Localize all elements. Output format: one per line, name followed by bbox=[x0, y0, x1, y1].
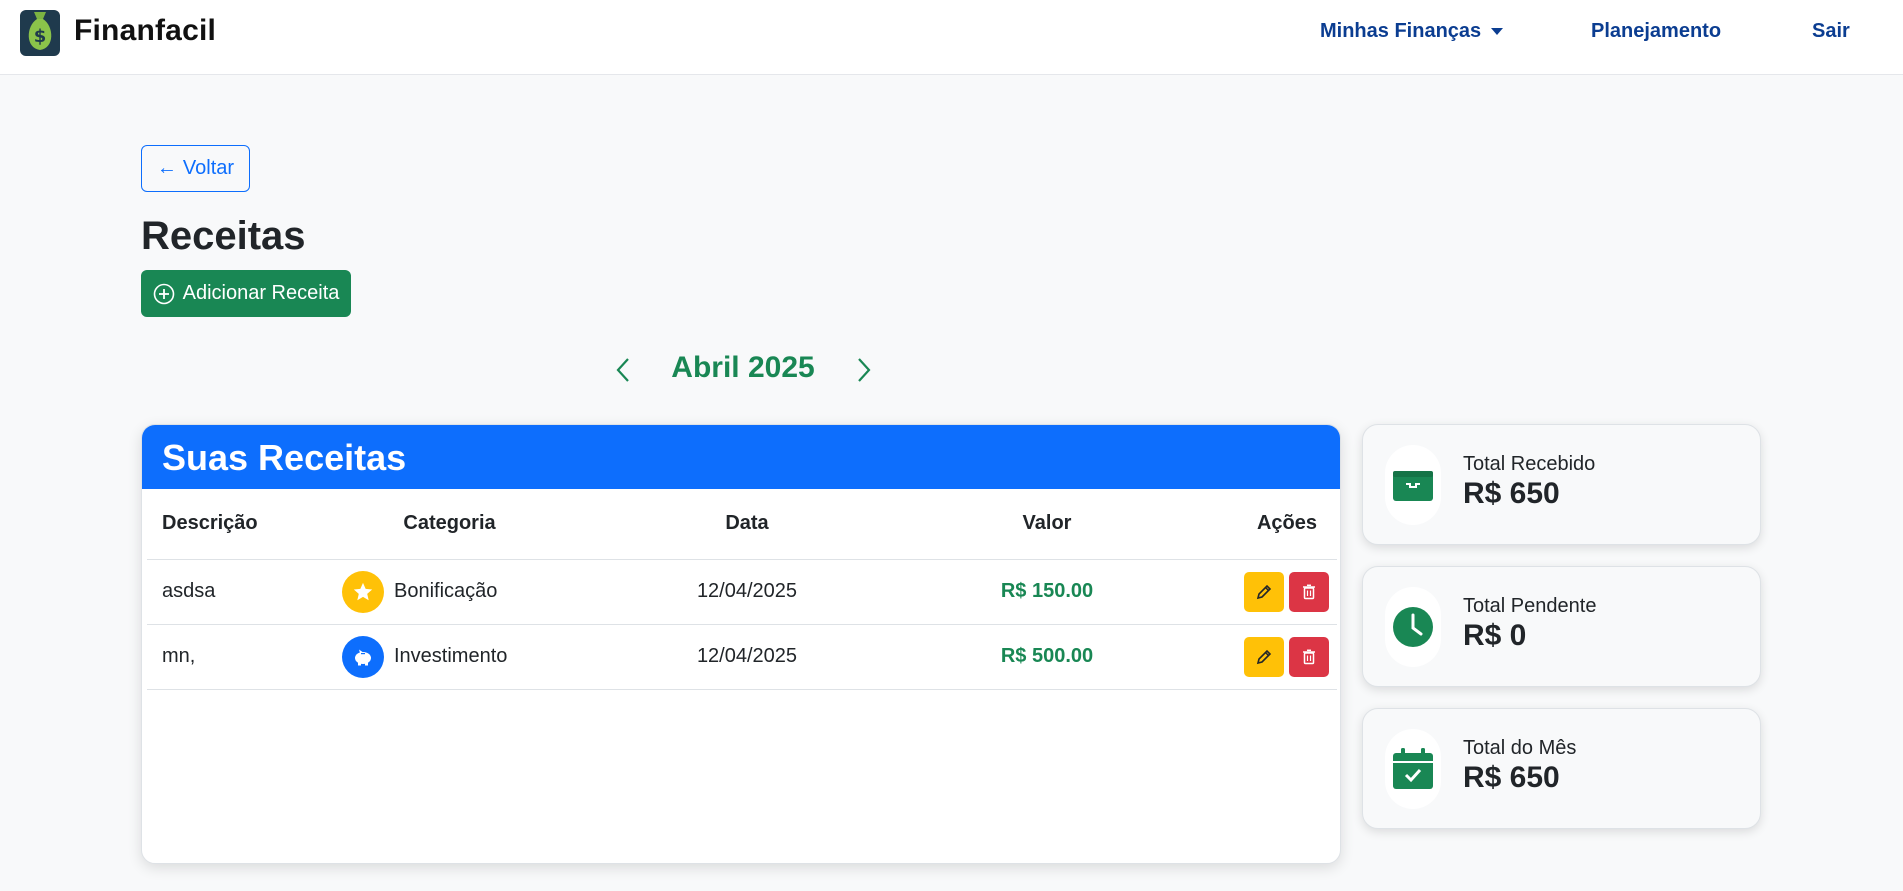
category-label: Investimento bbox=[394, 645, 508, 667]
row-actions bbox=[1157, 624, 1337, 690]
stat-value: R$ 650 bbox=[1463, 761, 1560, 794]
category-label: Bonificação bbox=[394, 580, 498, 602]
add-receita-label: Adicionar Receita bbox=[182, 282, 340, 304]
stat-card-total-recebido: Total Recebido R$ 650 bbox=[1362, 424, 1761, 545]
money-bag-icon: $ bbox=[20, 10, 60, 56]
stat-value: R$ 0 bbox=[1463, 619, 1527, 652]
star-icon bbox=[342, 570, 384, 613]
piggy-bank-icon bbox=[342, 635, 384, 678]
nav-planejamento[interactable]: Planejamento bbox=[1591, 20, 1721, 43]
column-header-valor: Valor bbox=[937, 489, 1157, 560]
row-value: R$ 150.00 bbox=[937, 559, 1157, 625]
trash-icon bbox=[1303, 649, 1315, 664]
plus-circle-icon bbox=[153, 283, 174, 304]
stat-value: R$ 650 bbox=[1463, 477, 1560, 510]
edit-button[interactable] bbox=[1244, 571, 1284, 612]
stat-card-total-pendente: Total Pendente R$ 0 bbox=[1362, 566, 1761, 687]
calendar-check-icon bbox=[1385, 729, 1441, 809]
receitas-table: Descrição Categoria Data Valor Ações asd… bbox=[147, 489, 1337, 690]
brand[interactable]: $ Finanfacil bbox=[20, 6, 216, 56]
brand-name: Finanfacil bbox=[74, 14, 217, 47]
edit-button[interactable] bbox=[1244, 636, 1284, 677]
row-date: 12/04/2025 bbox=[557, 624, 937, 690]
page-title: Receitas bbox=[141, 214, 306, 258]
row-category: Bonificação bbox=[342, 559, 557, 625]
chevron-right-icon[interactable] bbox=[851, 354, 875, 386]
row-actions bbox=[1157, 559, 1337, 625]
navbar: $ Finanfacil Minhas Finanças Planejament… bbox=[0, 0, 1903, 75]
row-description: mn, bbox=[147, 624, 342, 690]
back-button[interactable]: ← Voltar bbox=[141, 145, 250, 192]
column-header-categoria: Categoria bbox=[342, 489, 557, 560]
wallet-icon bbox=[1385, 445, 1441, 525]
add-receita-button[interactable]: Adicionar Receita bbox=[141, 270, 351, 317]
table-card-header: Suas Receitas bbox=[142, 425, 1340, 489]
table-row: asdsa Bonificação 12/04/2025 R$ 150.00 bbox=[147, 559, 1337, 625]
row-date: 12/04/2025 bbox=[557, 559, 937, 625]
caret-down-icon bbox=[1491, 28, 1504, 35]
trash-icon bbox=[1303, 584, 1315, 599]
receitas-table-card: Suas Receitas Descrição Categoria Data V… bbox=[141, 424, 1341, 864]
delete-button[interactable] bbox=[1289, 636, 1329, 677]
chevron-left-icon[interactable] bbox=[612, 354, 636, 386]
stat-title: Total do Mês bbox=[1463, 737, 1577, 759]
column-header-acoes: Ações bbox=[1157, 489, 1337, 560]
svg-text:$: $ bbox=[34, 26, 47, 47]
nav-minhas-financas-label: Minhas Finanças bbox=[1320, 20, 1482, 42]
column-header-descricao: Descrição bbox=[147, 489, 342, 560]
stat-title: Total Recebido bbox=[1463, 453, 1596, 475]
pencil-icon bbox=[1256, 649, 1272, 664]
clock-icon bbox=[1385, 587, 1441, 667]
month-label: Abril 2025 bbox=[671, 351, 815, 384]
arrow-left-icon: ← bbox=[156, 157, 177, 179]
row-category: Investimento bbox=[342, 624, 557, 690]
delete-button[interactable] bbox=[1289, 571, 1329, 612]
row-description: asdsa bbox=[147, 559, 342, 625]
row-value: R$ 500.00 bbox=[937, 624, 1157, 690]
nav-minhas-financas-dropdown[interactable]: Minhas Finanças bbox=[1320, 20, 1504, 43]
back-button-label: Voltar bbox=[182, 157, 235, 179]
stat-title: Total Pendente bbox=[1463, 595, 1597, 617]
nav-sair[interactable]: Sair bbox=[1812, 20, 1850, 43]
stat-card-total-do-mes: Total do Mês R$ 650 bbox=[1362, 708, 1761, 829]
pencil-icon bbox=[1256, 584, 1272, 599]
table-row: mn, Investimento 12/04/2025 R$ 500.00 bbox=[147, 624, 1337, 690]
table-header-row: Descrição Categoria Data Valor Ações bbox=[147, 489, 1337, 560]
column-header-data: Data bbox=[557, 489, 937, 560]
